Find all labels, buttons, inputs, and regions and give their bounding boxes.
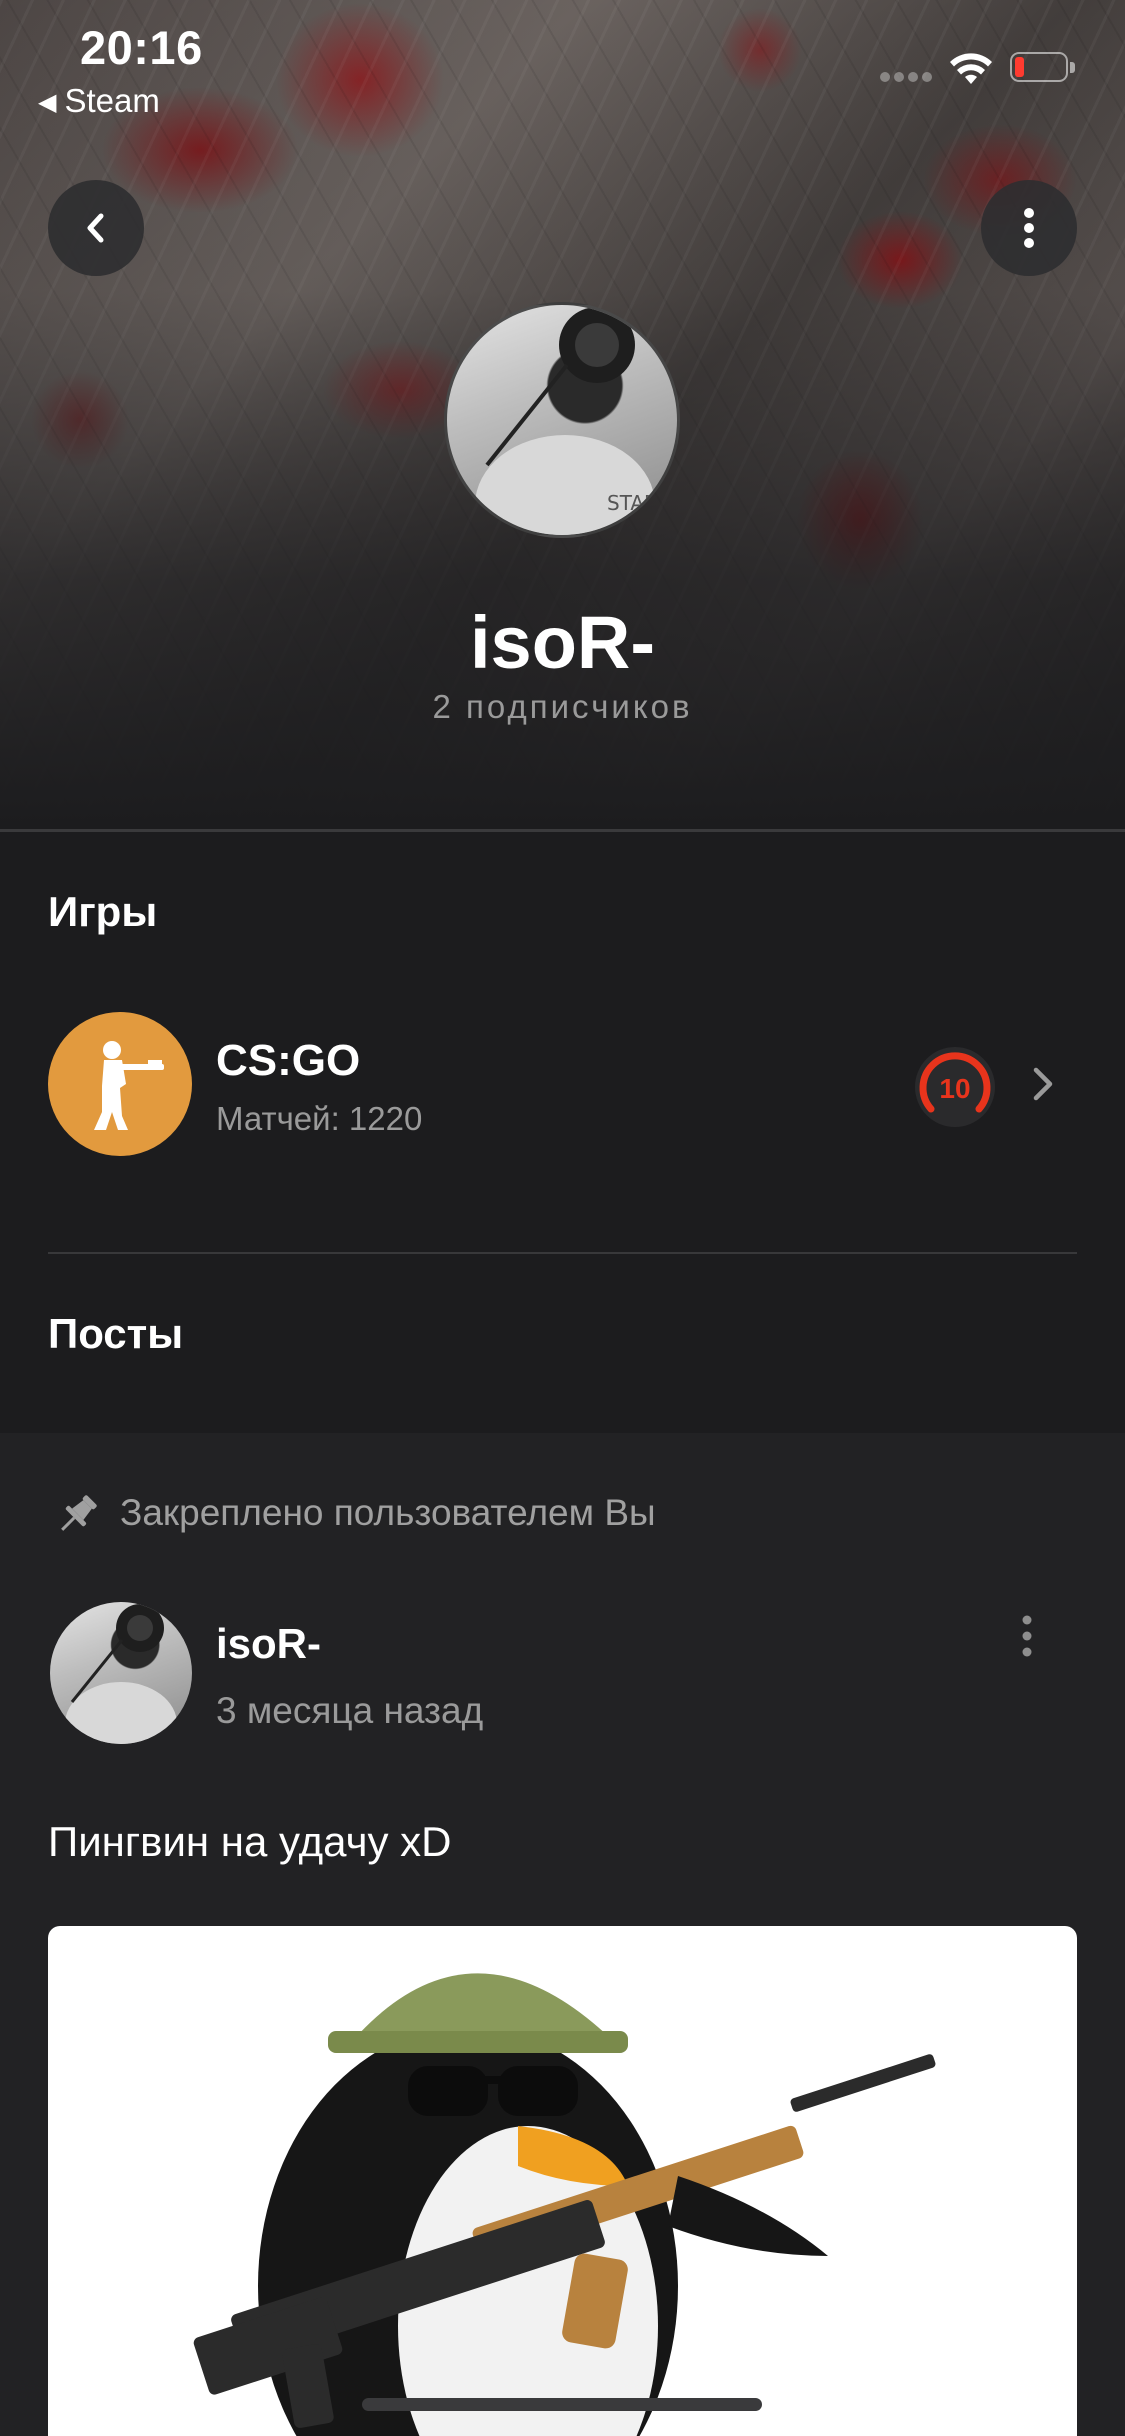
back-app-label: Steam	[64, 82, 160, 119]
post-author-avatar[interactable]	[50, 1602, 192, 1744]
back-button[interactable]	[48, 180, 144, 276]
home-indicator[interactable]	[362, 2398, 762, 2411]
cellular-signal-icon	[880, 72, 934, 82]
divider	[48, 1252, 1077, 1254]
post-options-icon[interactable]	[1012, 1612, 1042, 1662]
vertical-ellipsis-icon	[1024, 208, 1034, 248]
divider	[0, 829, 1125, 832]
chevron-left-icon	[87, 213, 104, 243]
followers-count[interactable]: 2 подписчиков	[0, 688, 1125, 726]
back-to-app-link[interactable]: ◀ Steam	[38, 82, 160, 120]
games-section-title: Игры	[48, 888, 158, 935]
profile-name: isoR-	[470, 601, 655, 684]
post-timestamp: 3 месяца назад	[216, 1690, 484, 1731]
pinned-label: Закреплено пользователем Вы	[120, 1492, 656, 1533]
soldier-icon	[94, 1041, 164, 1130]
back-triangle-icon: ◀	[38, 89, 57, 116]
game-name[interactable]: CS:GO	[216, 1036, 360, 1086]
post-image[interactable]	[48, 1926, 1077, 2436]
status-time: 20:16	[80, 21, 203, 74]
faceit-level-value: 10	[939, 1073, 970, 1104]
chevron-right-icon[interactable]	[1028, 1062, 1058, 1106]
csgo-game-icon[interactable]	[48, 1012, 192, 1156]
wifi-icon	[950, 53, 992, 84]
pin-icon	[61, 1495, 97, 1531]
post-author-name[interactable]: isoR-	[216, 1620, 321, 1668]
penguin-image	[193, 1973, 936, 2436]
posts-section-title: Посты	[48, 1310, 184, 1357]
battery-icon	[1010, 52, 1076, 84]
more-options-button[interactable]	[981, 180, 1077, 276]
profile-avatar[interactable]: STAR	[444, 302, 680, 538]
game-matches: Матчей: 1220	[216, 1100, 423, 1137]
faceit-level-badge: 10	[914, 1046, 996, 1128]
post-text: Пингвин на удачу xD	[48, 1818, 452, 1865]
